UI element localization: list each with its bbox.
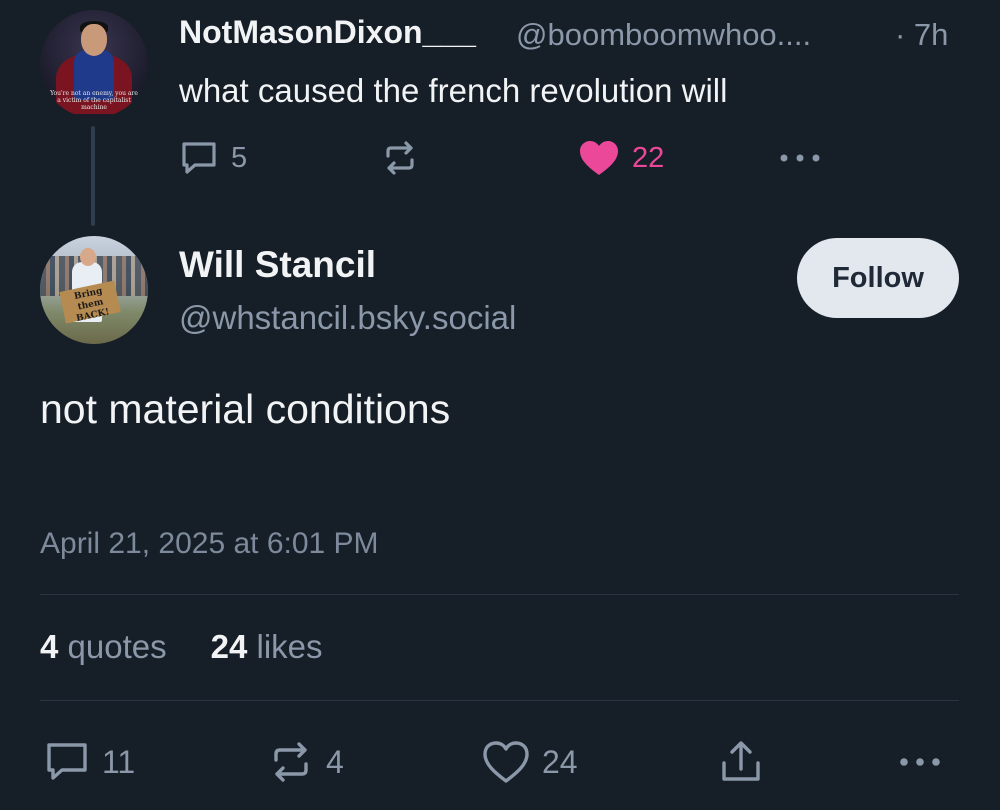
divider	[40, 700, 959, 701]
divider	[40, 594, 959, 595]
parent-timestamp[interactable]: · 7h	[895, 17, 948, 53]
parent-like-button[interactable]: 22	[578, 136, 664, 180]
more-icon	[776, 138, 824, 178]
parent-display-name[interactable]: NotMasonDixon___	[179, 14, 476, 51]
like-button[interactable]: 24	[482, 740, 578, 784]
avatar-head	[81, 24, 107, 56]
parent-reply-button[interactable]: 5	[179, 136, 247, 180]
follow-button[interactable]: Follow	[797, 238, 959, 318]
reply-count: 11	[102, 743, 136, 780]
like-count: 24	[542, 743, 578, 780]
avatar-face	[80, 248, 96, 266]
author-display-name[interactable]: Will Stancil	[179, 244, 376, 286]
likes-stat[interactable]: 24 likes	[211, 628, 323, 666]
repost-count: 4	[326, 743, 344, 780]
parent-handle[interactable]: @boomboomwhoo....	[516, 17, 811, 53]
reply-button[interactable]: 11	[44, 740, 135, 784]
post-timestamp: April 21, 2025 at 6:01 PM	[40, 527, 379, 560]
more-icon	[896, 739, 944, 785]
share-icon	[718, 739, 764, 785]
parent-repost-button[interactable]	[380, 136, 420, 180]
post-text: not material conditions	[40, 386, 451, 432]
post-stats: 4 quotes 24 likes	[40, 628, 323, 666]
heart-filled-icon	[578, 138, 620, 178]
parent-like-count: 22	[632, 141, 665, 174]
reply-icon	[44, 739, 90, 785]
parent-author-avatar[interactable]: You're not an enemy, you are a victim of…	[40, 10, 148, 118]
likes-count: 24	[210, 628, 248, 665]
reply-icon	[179, 138, 219, 178]
repost-icon	[268, 739, 314, 785]
thread-connector-line	[91, 126, 95, 226]
repost-button[interactable]: 4	[268, 740, 344, 784]
parent-reply-count: 5	[231, 141, 248, 174]
share-button[interactable]	[718, 740, 764, 784]
quotes-stat[interactable]: 4 quotes	[40, 628, 167, 666]
parent-more-button[interactable]	[776, 136, 824, 180]
author-avatar[interactable]: Bring them BACK!	[40, 236, 148, 344]
avatar-caption: You're not an enemy, you are a victim of…	[50, 90, 138, 111]
more-button[interactable]	[896, 740, 944, 784]
repost-icon	[380, 138, 420, 178]
quotes-count: 4	[40, 628, 59, 665]
parent-post-text: what caused the french revolution will	[179, 72, 728, 109]
author-handle[interactable]: @whstancil.bsky.social	[179, 299, 516, 337]
quotes-label: quotes	[67, 628, 167, 665]
likes-label: likes	[256, 628, 323, 665]
heart-outline-icon	[482, 739, 530, 785]
